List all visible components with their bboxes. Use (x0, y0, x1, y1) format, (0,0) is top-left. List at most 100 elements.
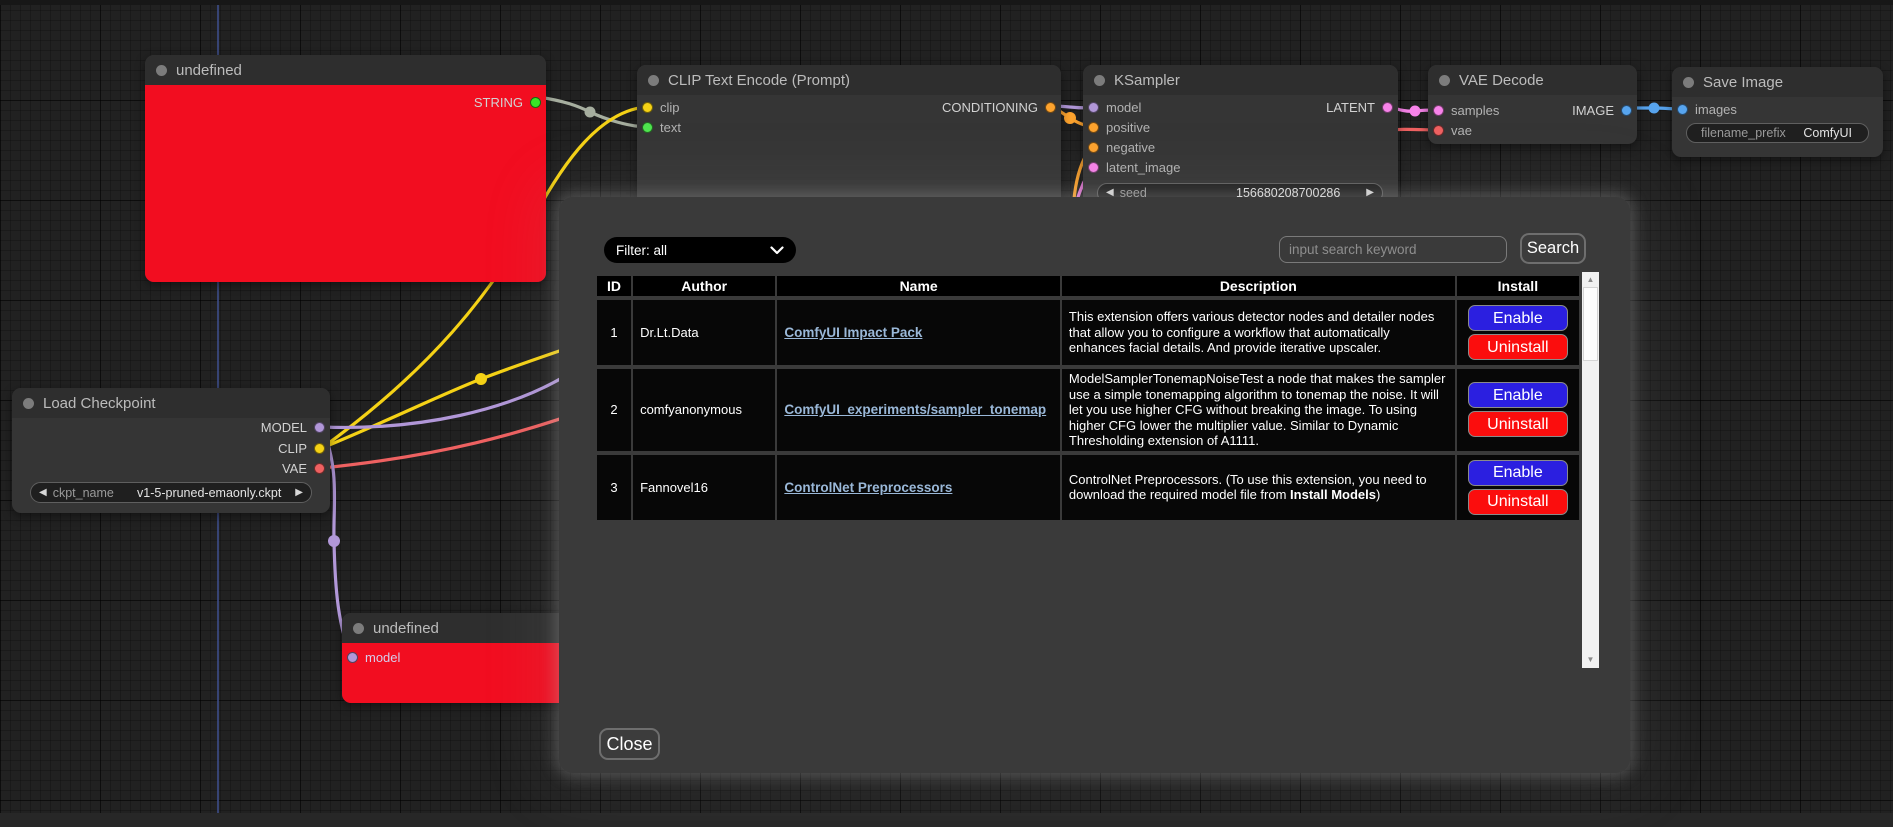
reroute-dot (328, 535, 340, 547)
conditioning-output-slot[interactable] (1045, 102, 1056, 113)
scrollbar[interactable]: ▲ ▼ (1582, 272, 1599, 668)
node-title: Load Checkpoint (43, 395, 156, 412)
node-collapse-dot[interactable] (353, 623, 364, 634)
node-title: VAE Decode (1459, 72, 1544, 89)
desc-bold: Install Models (1290, 487, 1376, 502)
filter-select[interactable]: Filter: all (604, 237, 796, 263)
table-row: 2 comfyanonymous ComfyUI_experiments/sam… (597, 369, 1579, 451)
node-collapse-dot[interactable] (648, 75, 659, 86)
images-input-slot[interactable] (1677, 104, 1688, 115)
clip-input-slot[interactable] (642, 102, 653, 113)
ext-author: Dr.Lt.Data (633, 300, 775, 365)
output-label: VAE (282, 461, 307, 476)
enable-button[interactable]: Enable (1468, 382, 1568, 408)
close-button[interactable]: Close (599, 728, 660, 760)
uninstall-button[interactable]: Uninstall (1468, 489, 1568, 515)
scroll-up-icon[interactable]: ▲ (1582, 273, 1599, 287)
table-row: 1 Dr.Lt.Data ComfyUI Impact Pack This ex… (597, 300, 1579, 365)
clip-output-slot[interactable] (314, 443, 325, 454)
ext-id: 3 (597, 455, 631, 520)
slot-label: clip (660, 100, 680, 115)
extension-link[interactable]: ControlNet Preprocessors (784, 480, 952, 495)
latent-output-slot[interactable] (1382, 102, 1393, 113)
ext-description: ControlNet Preprocessors. (To use this e… (1062, 455, 1455, 520)
column-header: Name (777, 276, 1060, 296)
search-button[interactable]: Search (1520, 233, 1586, 264)
node-body-error: STRING (145, 85, 546, 282)
column-header: Install (1457, 276, 1579, 296)
vae-input-slot[interactable] (1433, 125, 1444, 136)
manager-dialog: Filter: all Search ID Author Name Descri… (559, 197, 1630, 773)
model-input-slot[interactable] (1088, 102, 1099, 113)
uninstall-button[interactable]: Uninstall (1468, 334, 1568, 360)
node-graph-canvas[interactable]: undefined STRING CLIP Text Encode (Promp… (0, 0, 1893, 827)
model-output-slot[interactable] (314, 422, 325, 433)
decrement-icon[interactable]: ◀ (39, 488, 47, 498)
extension-link[interactable]: ComfyUI_experiments/sampler_tonemap (784, 402, 1046, 417)
node-header[interactable]: undefined (145, 55, 546, 85)
slot-label: model (1106, 100, 1141, 115)
node-load-checkpoint[interactable]: Load Checkpoint MODEL CLIP VAE ◀ ckpt_na… (12, 388, 330, 513)
node-header[interactable]: Save Image (1672, 67, 1883, 97)
ext-author: Fannovel16 (633, 455, 775, 520)
output-label: CONDITIONING (942, 100, 1038, 115)
desc-text: ModelSamplerTonemapNoiseTest a node that… (1069, 371, 1445, 448)
scroll-down-icon[interactable]: ▼ (1582, 653, 1599, 667)
enable-button[interactable]: Enable (1468, 460, 1568, 486)
node-header[interactable]: VAE Decode (1428, 65, 1637, 95)
widget-name: filename_prefix (1701, 126, 1786, 140)
filename-prefix-widget[interactable]: filename_prefix ComfyUI (1686, 123, 1869, 143)
slot-label: positive (1106, 120, 1150, 135)
node-ksampler[interactable]: KSampler model positive negative latent_… (1083, 65, 1398, 205)
widget-value: v1-5-pruned-emaonly.ckpt (137, 486, 281, 500)
widget-name: ckpt_name (53, 486, 114, 500)
latent-image-input-slot[interactable] (1088, 162, 1099, 173)
chevron-down-icon (770, 246, 784, 255)
vae-output-slot[interactable] (314, 463, 325, 474)
desc-text: This extension offers various detector n… (1069, 309, 1434, 355)
samples-input-slot[interactable] (1433, 105, 1444, 116)
node-collapse-dot[interactable] (1094, 75, 1105, 86)
node-collapse-dot[interactable] (1439, 75, 1450, 86)
slot-label: latent_image (1106, 160, 1180, 175)
column-header: Description (1062, 276, 1455, 296)
string-output-slot[interactable] (530, 97, 541, 108)
extension-link[interactable]: ComfyUI Impact Pack (784, 325, 922, 340)
ext-description: ModelSamplerTonemapNoiseTest a node that… (1062, 369, 1455, 451)
positive-input-slot[interactable] (1088, 122, 1099, 133)
reroute-dot (1064, 112, 1076, 124)
slot-label: text (660, 120, 681, 135)
image-output-slot[interactable] (1621, 105, 1632, 116)
node-header[interactable]: CLIP Text Encode (Prompt) (637, 65, 1061, 95)
search-input[interactable] (1279, 236, 1507, 263)
column-header: Author (633, 276, 775, 296)
negative-input-slot[interactable] (1088, 142, 1099, 153)
node-header[interactable]: KSampler (1083, 65, 1398, 95)
node-collapse-dot[interactable] (1683, 77, 1694, 88)
model-input-slot[interactable] (347, 652, 358, 663)
output-label: MODEL (261, 420, 307, 435)
node-save-image[interactable]: Save Image images filename_prefix ComfyU… (1672, 67, 1883, 157)
text-input-slot[interactable] (642, 122, 653, 133)
node-vae-decode[interactable]: VAE Decode samples vae IMAGE (1428, 65, 1637, 144)
scrollbar-thumb[interactable] (1583, 287, 1598, 361)
node-header[interactable]: Load Checkpoint (12, 388, 330, 418)
node-collapse-dot[interactable] (23, 398, 34, 409)
increment-icon[interactable]: ▶ (295, 488, 303, 498)
enable-button[interactable]: Enable (1468, 305, 1568, 331)
ext-id: 2 (597, 369, 631, 451)
ckpt-name-widget[interactable]: ◀ ckpt_name v1-5-pruned-emaonly.ckpt ▶ (30, 482, 312, 503)
uninstall-button[interactable]: Uninstall (1468, 411, 1568, 437)
ext-description: This extension offers various detector n… (1062, 300, 1455, 365)
node-undefined-top[interactable]: undefined STRING (145, 55, 546, 282)
node-collapse-dot[interactable] (156, 65, 167, 76)
reroute-dot (1649, 103, 1660, 114)
output-label: STRING (474, 95, 523, 110)
output-label: LATENT (1326, 100, 1375, 115)
output-label: CLIP (278, 441, 307, 456)
reroute-dot (585, 107, 596, 118)
filter-selected-value: Filter: all (616, 243, 667, 258)
node-title: undefined (176, 62, 242, 79)
node-title: Save Image (1703, 74, 1783, 91)
table-header-row: ID Author Name Description Install (597, 276, 1579, 296)
